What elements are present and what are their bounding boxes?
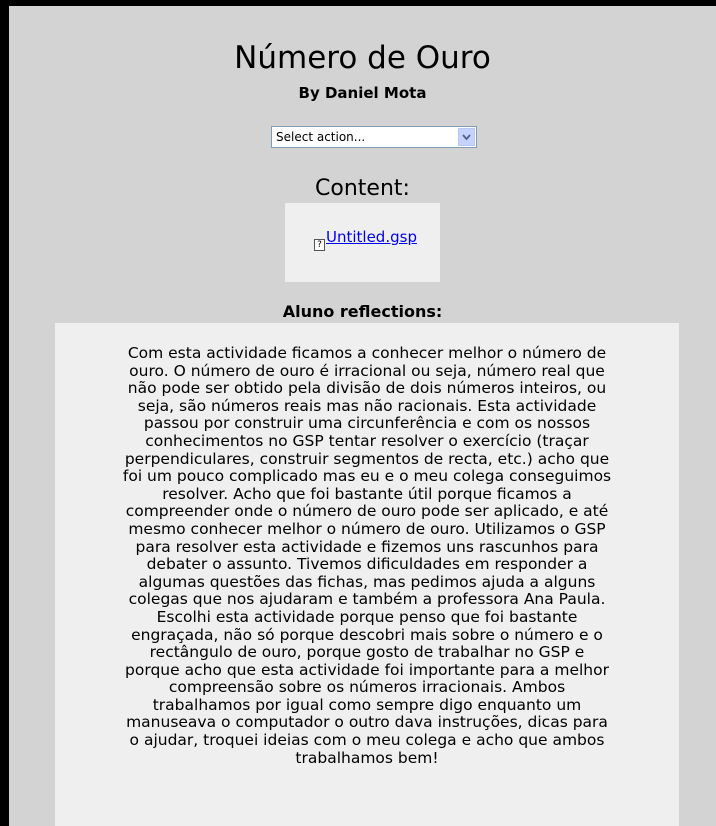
author-byline: By Daniel Mota [298,84,427,102]
left-border [0,0,9,826]
window-frame: Número de Ouro By Daniel Mota Select act… [0,0,716,826]
content-file-box: ? Untitled.gsp [285,203,440,282]
reflection-box: Com esta actividade ficamos a conhecer m… [55,323,679,826]
reflections-heading: Aluno reflections: [282,302,443,321]
action-select-value: Select action... [276,130,366,144]
chevron-down-icon[interactable] [458,128,475,146]
page-title: Número de Ouro [234,40,491,76]
content-heading: Content: [315,176,410,201]
page-content: Número de Ouro By Daniel Mota Select act… [9,6,716,826]
unknown-file-icon: ? [314,239,325,251]
action-select[interactable]: Select action... [271,126,477,148]
reflection-text: Com esta actividade ficamos a conhecer m… [122,344,612,767]
file-link[interactable]: Untitled.gsp [326,228,417,246]
